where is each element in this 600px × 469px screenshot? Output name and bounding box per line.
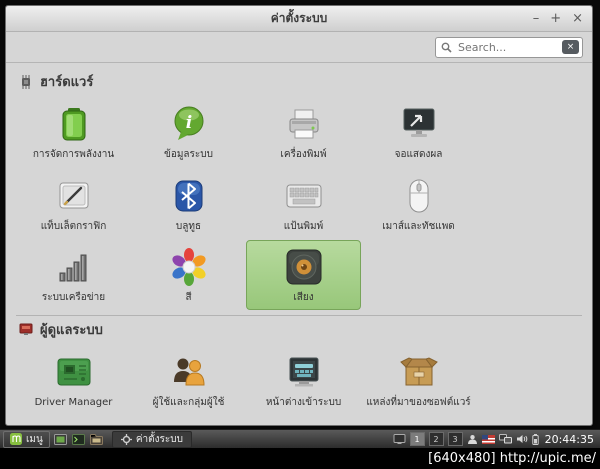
item-label: เครื่องพิมพ์ [280, 149, 327, 160]
section-label: ฮาร์ดแวร์ [40, 75, 94, 90]
section-header-hardware: ฮาร์ดแวร์ [19, 71, 582, 92]
section-divider [16, 314, 582, 316]
search-icon [441, 42, 452, 53]
hardware-row-1: การจัดการพลังงาน i ข้อมูลระบบ เครื่องพิม… [16, 97, 582, 167]
hardware-chip-icon [19, 74, 33, 89]
speaker-icon [282, 245, 326, 289]
settings-item-network[interactable]: ระบบเครือข่าย [16, 240, 131, 310]
taskbar-window-label: ค่าตั้งระบบ [135, 433, 183, 445]
minimize-button[interactable]: – [533, 12, 540, 25]
system-tray: 1 2 3 20:44:35 [393, 432, 597, 446]
search-input[interactable] [456, 39, 558, 55]
item-label: แป้นพิมพ์ [283, 220, 324, 232]
settings-gear-icon [120, 433, 132, 445]
maximize-button[interactable]: + [550, 12, 561, 25]
tray-screen-icon[interactable] [393, 433, 406, 445]
hardware-row-2: แท็บเล็ตกราฟิก บลูทูธ แป้นพิมพ์ เมาส์และ… [16, 169, 582, 239]
display-icon [397, 102, 441, 146]
item-label: เมาส์และทัชแพด [382, 220, 455, 232]
settings-item-mouse-touchpad[interactable]: เมาส์และทัชแพด [361, 169, 476, 239]
settings-item-color[interactable]: สี [131, 240, 246, 310]
info-bubble-icon: i [167, 102, 211, 146]
settings-item-system-info[interactable]: i ข้อมูลระบบ [131, 97, 246, 167]
taskbar: เมนู ค่าตั้งระบบ 1 2 3 20:44:35 [0, 429, 600, 448]
driver-board-icon [52, 350, 96, 394]
color-flower-icon [167, 245, 211, 289]
item-label: แท็บเล็ตกราฟิก [40, 220, 107, 232]
settings-item-keyboard[interactable]: แป้นพิมพ์ [246, 169, 361, 239]
settings-item-display[interactable]: จอแสดงผล [361, 97, 476, 167]
files-icon[interactable] [90, 433, 104, 446]
workspace-switcher-3[interactable]: 3 [447, 432, 463, 446]
users-icon [167, 350, 211, 394]
svg-text:i: i [185, 113, 191, 133]
keyboard-layout-flag-icon[interactable] [481, 434, 495, 444]
user-applet-icon[interactable] [467, 434, 478, 445]
search-box[interactable]: × [435, 36, 583, 58]
keyboard-icon [282, 174, 326, 218]
show-desktop-icon[interactable] [54, 433, 68, 446]
item-label: บลูทูธ [175, 220, 202, 232]
workspace-switcher-2[interactable]: 2 [428, 432, 444, 446]
item-label: การจัดการพลังงาน [32, 149, 115, 160]
item-label: ข้อมูลระบบ [164, 149, 213, 160]
taskbar-clock[interactable]: 20:44:35 [545, 433, 594, 446]
settings-item-driver-manager[interactable]: Driver Manager [16, 345, 131, 415]
section-label: ผู้ดูแลระบบ [40, 322, 103, 338]
settings-item-sound[interactable]: เสียง [246, 240, 361, 310]
toolbar: × [6, 32, 592, 63]
titlebar[interactable]: ค่าตั้งระบบ – + × [6, 6, 592, 32]
item-label: จอแสดงผล [394, 149, 443, 160]
network-bars-icon [52, 245, 96, 289]
system-settings-window: ค่าตั้งระบบ – + × × ฮาร์ดแวร์ [5, 5, 593, 426]
software-sources-box-icon [397, 350, 441, 394]
settings-item-login-window[interactable]: หน้าต่างเข้าระบบ [246, 345, 361, 415]
section-header-administration: ผู้ดูแลระบบ [19, 319, 582, 340]
settings-item-bluetooth[interactable]: บลูทูธ [131, 169, 246, 239]
menu-label: เมนู [26, 433, 43, 445]
item-label: ผู้ใช้และกลุ่มผู้ใช้ [152, 396, 225, 408]
login-window-icon [282, 350, 326, 394]
battery-icon [52, 102, 96, 146]
settings-item-software-sources[interactable]: แหล่งที่มาของซอฟต์แวร์ [361, 345, 476, 415]
item-label: หน้าต่างเข้าระบบ [265, 396, 342, 408]
settings-item-graphics-tablet[interactable]: แท็บเล็ตกราฟิก [16, 169, 131, 239]
workspace-switcher-1[interactable]: 1 [409, 432, 425, 446]
administration-row-1: Driver Manager ผู้ใช้และกลุ่มผู้ใช้ หน้า… [16, 345, 582, 415]
mouse-icon [397, 174, 441, 218]
mint-menu-icon [10, 433, 22, 445]
bluetooth-icon [167, 174, 211, 218]
clear-search-icon[interactable]: × [562, 40, 579, 54]
watermark-text: [640x480] http://upic.me/ [428, 451, 596, 466]
taskbar-window-button[interactable]: ค่าตั้งระบบ [111, 430, 192, 448]
administration-icon [19, 322, 33, 336]
item-label: สี [185, 292, 192, 303]
settings-item-printers[interactable]: เครื่องพิมพ์ [246, 97, 361, 167]
item-label: เสียง [293, 292, 314, 303]
printer-icon [282, 102, 326, 146]
item-label: แหล่งที่มาของซอฟต์แวร์ [366, 396, 471, 408]
item-label: ระบบเครือข่าย [41, 292, 106, 303]
network-applet-icon[interactable] [498, 434, 512, 444]
graphics-tablet-icon [52, 174, 96, 218]
bottom-strip: [640x480] http://upic.me/ [0, 448, 600, 469]
terminal-icon[interactable] [72, 433, 86, 446]
settings-item-users-groups[interactable]: ผู้ใช้และกลุ่มผู้ใช้ [131, 345, 246, 415]
hardware-row-3: ระบบเครือข่าย สี เสียง [16, 240, 582, 310]
item-label: Driver Manager [34, 396, 113, 408]
menu-button[interactable]: เมนู [3, 430, 50, 448]
close-button[interactable]: × [572, 12, 583, 25]
battery-applet-icon[interactable] [531, 433, 539, 445]
volume-applet-icon[interactable] [516, 434, 528, 444]
settings-content: ฮาร์ดแวร์ การจัดการพลังงาน i ข้อมูลระบบ … [6, 63, 592, 425]
settings-item-power-management[interactable]: การจัดการพลังงาน [16, 97, 131, 167]
window-title: ค่าตั้งระบบ [270, 11, 328, 25]
